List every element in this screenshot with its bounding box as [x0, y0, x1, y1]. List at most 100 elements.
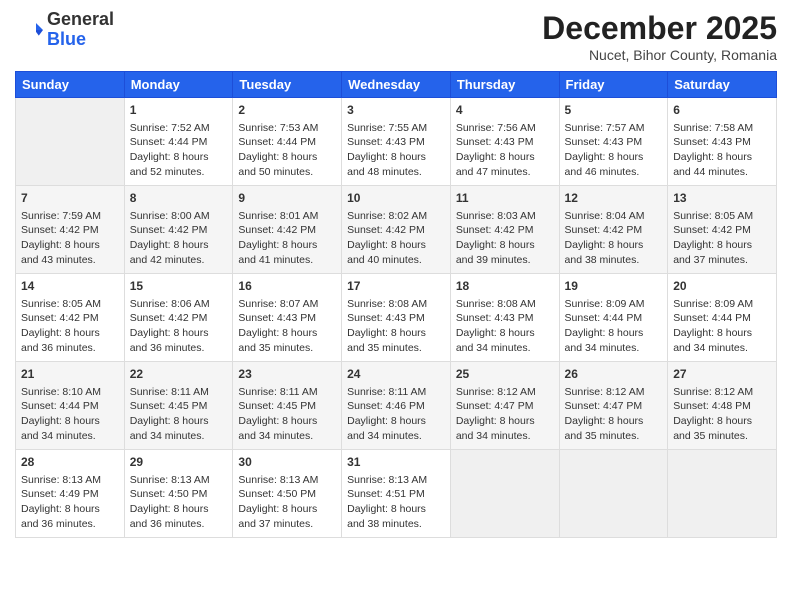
calendar-cell [668, 450, 777, 538]
day-info: Sunrise: 8:09 AM [565, 297, 663, 312]
calendar-table: SundayMondayTuesdayWednesdayThursdayFrid… [15, 71, 777, 538]
day-info: Daylight: 8 hours [21, 238, 119, 253]
day-info: Sunset: 4:42 PM [21, 311, 119, 326]
day-info: Daylight: 8 hours [238, 150, 336, 165]
day-info: and 35 minutes. [565, 429, 663, 444]
calendar-cell: 24Sunrise: 8:11 AMSunset: 4:46 PMDayligh… [342, 362, 451, 450]
logo-blue: Blue [47, 29, 86, 49]
day-info: Sunset: 4:43 PM [456, 311, 554, 326]
day-info: Daylight: 8 hours [347, 238, 445, 253]
calendar-cell: 9Sunrise: 8:01 AMSunset: 4:42 PMDaylight… [233, 186, 342, 274]
calendar-cell: 2Sunrise: 7:53 AMSunset: 4:44 PMDaylight… [233, 98, 342, 186]
calendar-cell: 4Sunrise: 7:56 AMSunset: 4:43 PMDaylight… [450, 98, 559, 186]
day-number: 13 [673, 190, 771, 207]
day-info: Sunset: 4:50 PM [130, 487, 228, 502]
day-number: 26 [565, 366, 663, 383]
calendar-cell: 11Sunrise: 8:03 AMSunset: 4:42 PMDayligh… [450, 186, 559, 274]
day-info: Daylight: 8 hours [456, 238, 554, 253]
day-info: Daylight: 8 hours [238, 414, 336, 429]
day-info: and 34 minutes. [130, 429, 228, 444]
calendar-cell [559, 450, 668, 538]
week-row-5: 28Sunrise: 8:13 AMSunset: 4:49 PMDayligh… [16, 450, 777, 538]
day-number: 30 [238, 454, 336, 471]
day-info: Daylight: 8 hours [130, 238, 228, 253]
day-info: Daylight: 8 hours [21, 326, 119, 341]
day-number: 25 [456, 366, 554, 383]
day-info: and 35 minutes. [673, 429, 771, 444]
day-number: 8 [130, 190, 228, 207]
calendar-cell: 15Sunrise: 8:06 AMSunset: 4:42 PMDayligh… [124, 274, 233, 362]
day-info: Sunrise: 8:13 AM [21, 473, 119, 488]
day-info: Sunrise: 7:57 AM [565, 121, 663, 136]
calendar-cell: 17Sunrise: 8:08 AMSunset: 4:43 PMDayligh… [342, 274, 451, 362]
day-info: Sunrise: 7:58 AM [673, 121, 771, 136]
day-number: 28 [21, 454, 119, 471]
day-info: Sunset: 4:44 PM [21, 399, 119, 414]
day-info: Sunset: 4:47 PM [456, 399, 554, 414]
day-info: and 34 minutes. [673, 341, 771, 356]
day-info: Sunset: 4:42 PM [565, 223, 663, 238]
day-info: Daylight: 8 hours [130, 414, 228, 429]
day-info: and 38 minutes. [347, 517, 445, 532]
calendar-cell: 25Sunrise: 8:12 AMSunset: 4:47 PMDayligh… [450, 362, 559, 450]
day-number: 18 [456, 278, 554, 295]
day-info: and 37 minutes. [673, 253, 771, 268]
day-info: Sunset: 4:45 PM [238, 399, 336, 414]
day-info: Sunrise: 8:05 AM [673, 209, 771, 224]
week-row-1: 1Sunrise: 7:52 AMSunset: 4:44 PMDaylight… [16, 98, 777, 186]
day-number: 7 [21, 190, 119, 207]
day-info: Sunrise: 8:13 AM [238, 473, 336, 488]
day-info: Daylight: 8 hours [21, 414, 119, 429]
day-number: 12 [565, 190, 663, 207]
header-row: SundayMondayTuesdayWednesdayThursdayFrid… [16, 72, 777, 98]
calendar-cell: 21Sunrise: 8:10 AMSunset: 4:44 PMDayligh… [16, 362, 125, 450]
day-info: and 36 minutes. [130, 517, 228, 532]
day-info: Sunrise: 8:06 AM [130, 297, 228, 312]
day-info: Sunrise: 8:09 AM [673, 297, 771, 312]
day-info: Daylight: 8 hours [130, 502, 228, 517]
day-info: and 40 minutes. [347, 253, 445, 268]
day-info: Sunset: 4:51 PM [347, 487, 445, 502]
day-info: Sunrise: 8:05 AM [21, 297, 119, 312]
calendar-cell [450, 450, 559, 538]
day-info: and 39 minutes. [456, 253, 554, 268]
day-info: and 41 minutes. [238, 253, 336, 268]
day-info: Daylight: 8 hours [347, 150, 445, 165]
day-info: and 34 minutes. [565, 341, 663, 356]
day-info: Daylight: 8 hours [565, 238, 663, 253]
day-number: 4 [456, 102, 554, 119]
calendar-cell: 3Sunrise: 7:55 AMSunset: 4:43 PMDaylight… [342, 98, 451, 186]
calendar-cell: 10Sunrise: 8:02 AMSunset: 4:42 PMDayligh… [342, 186, 451, 274]
day-info: Sunset: 4:47 PM [565, 399, 663, 414]
calendar-cell: 23Sunrise: 8:11 AMSunset: 4:45 PMDayligh… [233, 362, 342, 450]
day-info: Daylight: 8 hours [565, 414, 663, 429]
day-info: and 34 minutes. [456, 429, 554, 444]
day-info: Sunset: 4:48 PM [673, 399, 771, 414]
page-title: December 2025 [542, 10, 777, 47]
day-number: 11 [456, 190, 554, 207]
day-number: 22 [130, 366, 228, 383]
day-info: Sunset: 4:44 PM [238, 135, 336, 150]
calendar-cell: 13Sunrise: 8:05 AMSunset: 4:42 PMDayligh… [668, 186, 777, 274]
calendar-cell: 30Sunrise: 8:13 AMSunset: 4:50 PMDayligh… [233, 450, 342, 538]
day-info: and 34 minutes. [456, 341, 554, 356]
day-info: and 47 minutes. [456, 165, 554, 180]
week-row-2: 7Sunrise: 7:59 AMSunset: 4:42 PMDaylight… [16, 186, 777, 274]
day-info: Daylight: 8 hours [565, 326, 663, 341]
day-number: 3 [347, 102, 445, 119]
day-number: 6 [673, 102, 771, 119]
day-info: Daylight: 8 hours [130, 150, 228, 165]
day-info: and 52 minutes. [130, 165, 228, 180]
header-day-monday: Monday [124, 72, 233, 98]
day-number: 29 [130, 454, 228, 471]
day-number: 19 [565, 278, 663, 295]
day-info: Sunrise: 8:08 AM [456, 297, 554, 312]
day-info: and 34 minutes. [238, 429, 336, 444]
day-info: Daylight: 8 hours [456, 326, 554, 341]
day-info: Sunset: 4:50 PM [238, 487, 336, 502]
calendar-cell: 29Sunrise: 8:13 AMSunset: 4:50 PMDayligh… [124, 450, 233, 538]
day-info: Sunrise: 8:03 AM [456, 209, 554, 224]
calendar-cell: 31Sunrise: 8:13 AMSunset: 4:51 PMDayligh… [342, 450, 451, 538]
day-info: and 46 minutes. [565, 165, 663, 180]
day-number: 20 [673, 278, 771, 295]
